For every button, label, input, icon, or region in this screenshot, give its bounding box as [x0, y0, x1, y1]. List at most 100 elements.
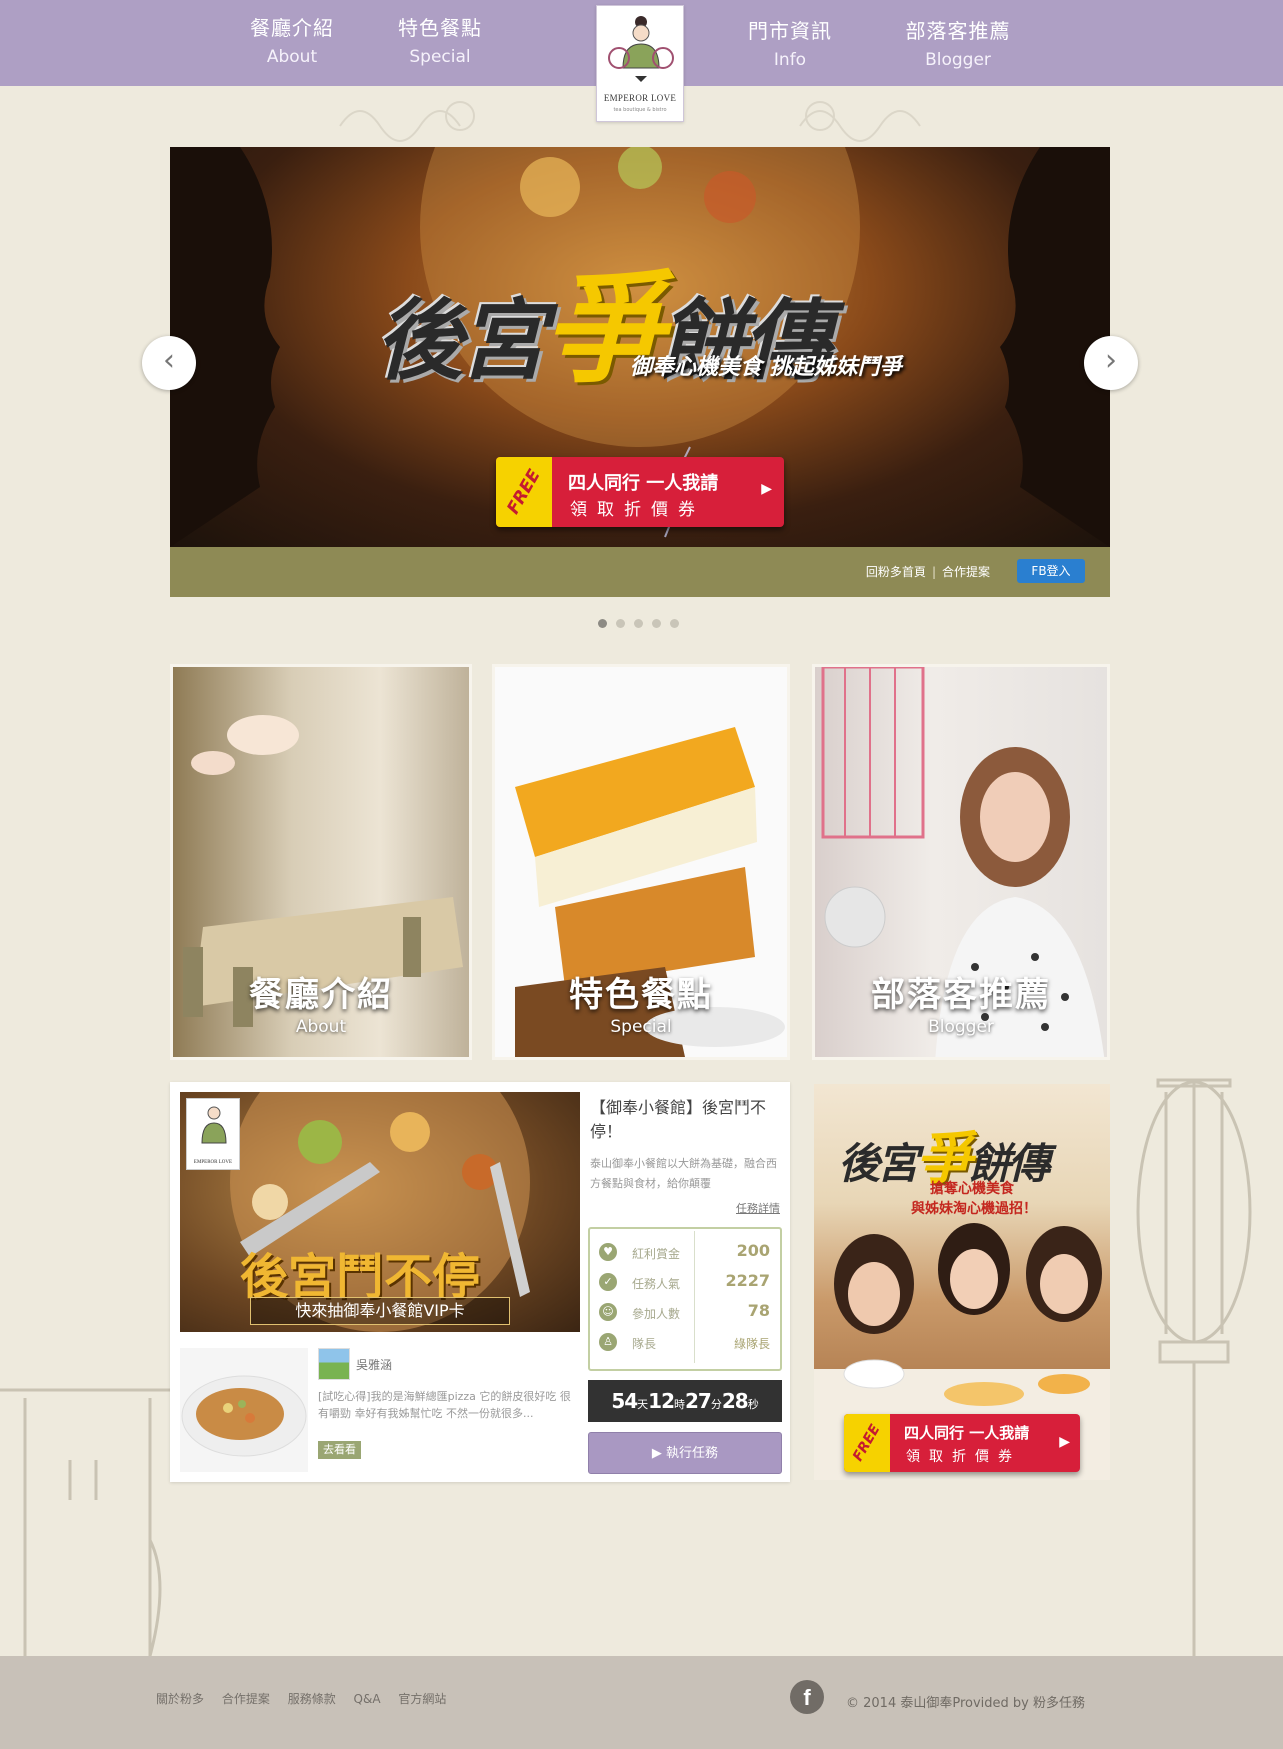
footer-link-partnership[interactable]: 合作提案 — [222, 1692, 270, 1706]
mission-title[interactable]: 【御奉小餐館】後宮鬥不停！ — [590, 1096, 780, 1144]
slider-dot-5[interactable] — [670, 619, 679, 628]
stat-label: 隊長 — [632, 1337, 657, 1351]
countdown-days: 54 — [611, 1389, 638, 1413]
nav-info-label: 門市資訊 — [748, 19, 832, 43]
play-arrow-icon: ▶ — [761, 481, 772, 497]
coupon-line1: 四人同行 一人我請 — [904, 1424, 1030, 1442]
nav-about[interactable]: 餐廳介紹 About — [222, 12, 362, 67]
stat-row-participants: ☺ 參加人數 78 — [590, 1297, 780, 1327]
free-badge: FREE — [844, 1414, 890, 1472]
footer-link-official-site[interactable]: 官方網站 — [398, 1692, 446, 1706]
thumbs-up-icon: ✓ — [599, 1273, 617, 1291]
chevron-left-icon: ‹ — [163, 343, 175, 378]
link-separator: | — [931, 565, 936, 579]
nav-special[interactable]: 特色餐點 Special — [370, 12, 510, 67]
promo-coupon-button[interactable]: FREE 四人同行 一人我請 領取折價券 ▶ — [844, 1414, 1080, 1472]
footer: 關於粉多 合作提案 服務條款 Q&A 官方網站 f © 2014 泰山御奉Pro… — [0, 1656, 1283, 1749]
stat-value: 78 — [747, 1301, 770, 1320]
free-badge-text: FREE — [850, 1421, 884, 1465]
slider-pagination — [598, 613, 688, 632]
chair-line-decoration — [0, 1388, 170, 1657]
countdown-seconds-unit: 秒 — [747, 1398, 759, 1411]
facebook-icon[interactable]: f — [790, 1680, 824, 1714]
slider-dot-3[interactable] — [634, 619, 643, 628]
countdown-hours-unit: 時 — [674, 1398, 685, 1411]
reviewer-name[interactable]: 吳雅涵 — [356, 1356, 392, 1373]
countdown-hours: 12 — [648, 1389, 675, 1413]
slider-prev-button[interactable]: ‹ — [142, 336, 196, 390]
card-blogger[interactable]: 部落客推薦 Blogger — [812, 664, 1110, 1060]
mission-stats: ♥ 紅利賞金 200 ✓ 任務人氣 2227 ☺ 參加人數 78 ♙ 隊長 綠隊… — [588, 1227, 782, 1371]
footer-link-terms[interactable]: 服務條款 — [288, 1692, 336, 1706]
stat-row-bonus: ♥ 紅利賞金 200 — [590, 1237, 780, 1267]
card-special[interactable]: 特色餐點 Special — [492, 664, 790, 1060]
footer-link-about[interactable]: 關於粉多 — [156, 1692, 204, 1706]
hero-title-part-a: 後宮 — [375, 289, 547, 392]
review-text: [試吃心得]我的是海鮮總匯pizza 它的餅皮很好吃 很有嚼勁 幸好有我姊幫忙吃… — [318, 1390, 571, 1420]
chevron-right-icon: › — [1105, 343, 1117, 378]
hero-subtitle: 御奉心機美食 挑起姊妹鬥爭 — [630, 355, 902, 380]
slider-dot-2[interactable] — [616, 619, 625, 628]
stat-label: 參加人數 — [632, 1307, 681, 1321]
slider-next-button[interactable]: › — [1084, 336, 1138, 390]
hero-slider[interactable]: 後宮爭餅傳 御奉心機美食 挑起姊妹鬥爭 FREE 四人同行 一人我請 領取折價券… — [170, 147, 1110, 597]
promo-line1: 搶奪心機美食 — [930, 1181, 1014, 1197]
mission-description: 泰山御奉小餐館以大餅為基礎，融合西方餐點與食材，給你顛覆 — [590, 1157, 777, 1190]
footer-links: 關於粉多 合作提案 服務條款 Q&A 官方網站 — [156, 1690, 460, 1707]
nav-about-sublabel: About — [266, 47, 318, 67]
countdown-minutes: 27 — [685, 1389, 712, 1413]
slider-dot-4[interactable] — [652, 619, 661, 628]
nav-special-sublabel: Special — [409, 47, 471, 67]
reviewer-avatar[interactable] — [318, 1348, 350, 1380]
card-blogger-title: 部落客推薦 — [871, 975, 1051, 1015]
nav-blogger-label: 部落客推薦 — [905, 19, 1011, 43]
review-more-button[interactable]: 去看看 — [318, 1441, 361, 1459]
slider-dot-1[interactable] — [598, 619, 607, 628]
pizza-plate-image — [181, 1375, 307, 1457]
person-icon: ♙ — [599, 1333, 617, 1351]
mission-countdown: 54天12時27分28秒 — [588, 1380, 782, 1422]
partnership-link[interactable]: 合作提案 — [942, 565, 990, 579]
stat-label: 任務人氣 — [632, 1277, 681, 1291]
nav-info[interactable]: 門市資訊 Info — [720, 15, 860, 70]
countdown-minutes-unit: 分 — [710, 1398, 722, 1411]
heart-icon: ♥ — [599, 1243, 617, 1261]
mission-image-subtitle: 快來抽御奉小餐館VIP卡 — [250, 1297, 510, 1325]
back-home-link[interactable]: 回粉多首頁 — [866, 565, 926, 579]
stat-value: 2227 — [725, 1271, 770, 1290]
hero-links: 回粉多首頁 | 合作提案 — [866, 563, 990, 580]
mission-panel: EMPEROR LOVE 後宮鬥不停 快來抽御奉小餐館VIP卡 【御奉小餐館】後… — [170, 1082, 790, 1482]
nav-special-label: 特色餐點 — [398, 16, 482, 40]
countdown-days-unit: 天 — [637, 1398, 649, 1411]
card-about-subtitle: About — [295, 1017, 347, 1037]
footer-link-qa[interactable]: Q&A — [354, 1692, 381, 1706]
review-photo[interactable] — [180, 1348, 308, 1472]
card-special-title: 特色餐點 — [569, 975, 713, 1015]
card-special-subtitle: Special — [610, 1017, 672, 1037]
countdown-seconds: 28 — [721, 1389, 749, 1413]
fb-login-button[interactable]: FB登入 — [1017, 559, 1085, 583]
free-badge: FREE — [496, 457, 552, 527]
hero-coupon-button[interactable]: FREE 四人同行 一人我請 領取折價券 ▶ — [496, 457, 784, 527]
stat-row-captain: ♙ 隊長 綠隊長 — [590, 1327, 780, 1357]
card-about[interactable]: 餐廳介紹 About — [170, 664, 472, 1060]
card-about-title: 餐廳介紹 — [249, 975, 393, 1015]
execute-mission-button[interactable]: ▶ 執行任務 — [588, 1432, 782, 1474]
nav-blogger[interactable]: 部落客推薦 Blogger — [888, 15, 1028, 70]
stat-row-popularity: ✓ 任務人氣 2227 — [590, 1267, 780, 1297]
mission-banner-image[interactable]: EMPEROR LOVE 後宮鬥不停 快來抽御奉小餐館VIP卡 — [180, 1092, 580, 1332]
free-badge-text: FREE — [503, 466, 545, 518]
coupon-line2: 領取折價券 — [570, 500, 705, 520]
copyright-text: © 2014 泰山御奉Provided by 粉多任務 — [846, 1696, 1085, 1711]
nav-info-sublabel: Info — [773, 50, 807, 70]
empress-logo-icon — [608, 16, 674, 82]
stat-value: 綠隊長 — [733, 1337, 770, 1351]
nav-about-label: 餐廳介紹 — [250, 16, 334, 40]
coupon-line1: 四人同行 一人我請 — [568, 473, 719, 494]
mission-detail-link[interactable]: 任務詳情 — [736, 1200, 780, 1216]
promo-line2: 與姊妹淘心機過招！ — [911, 1201, 1037, 1217]
stat-label: 紅利賞金 — [632, 1247, 681, 1261]
promo-card[interactable]: 後宮爭餅傳 搶奪心機美食 與姊妹淘心機過招！ FREE 四人同行 一人我請 領取… — [814, 1084, 1110, 1480]
card-blogger-subtitle: Blogger — [928, 1017, 994, 1037]
nav-blogger-sublabel: Blogger — [925, 50, 991, 70]
